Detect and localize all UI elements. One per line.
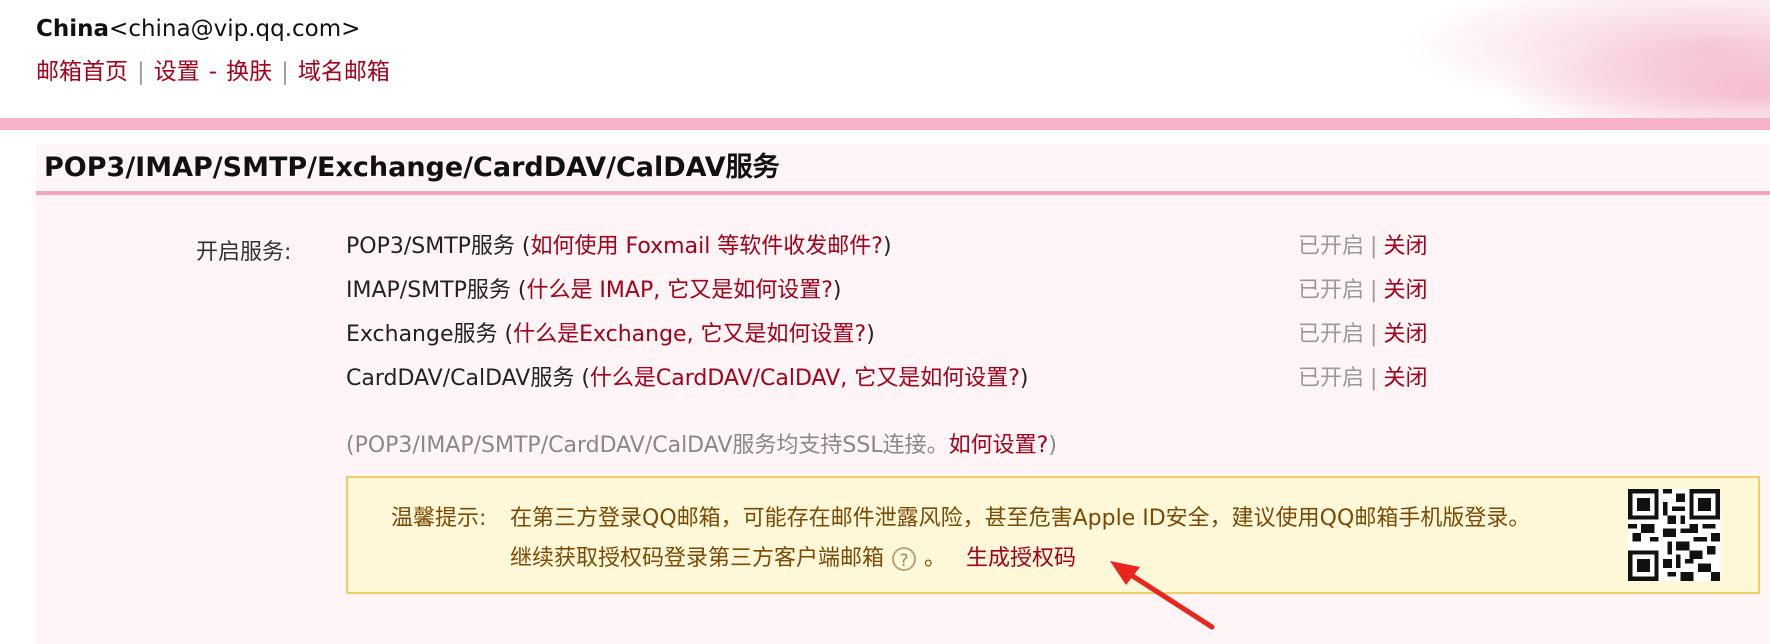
ssl-help-link[interactable]: 如何设置? [949,433,1049,458]
service-help-link[interactable]: 如何使用 Foxmail 等软件收发邮件? [531,234,883,259]
account-email: <china@vip.qq.com> [109,16,361,42]
status-separator: | [1370,234,1378,259]
disable-button[interactable]: 关闭 [1383,234,1427,259]
nav-dash: - [208,59,218,85]
service-name: POP3/SMTP服务 ( [346,234,531,259]
status-enabled: 已开启 [1298,366,1365,391]
tip-warning-text: 在第三方登录QQ邮箱，可能存在邮件泄露风险，甚至危害Apple ID安全，建议使… [510,506,1531,531]
warning-tip-box: 温馨提示: 在第三方登录QQ邮箱，可能存在邮件泄露风险，甚至危害Apple ID… [346,476,1760,594]
service-row-imap: IMAP/SMTP服务 (什么是 IMAP, 它又是如何设置?) [346,272,841,304]
tip-period: 。 [924,546,947,571]
disable-button[interactable]: 关闭 [1383,366,1427,391]
service-status-exchange: 已开启 | 关闭 [1298,316,1427,348]
header-decoration [1350,0,1770,130]
service-status-imap: 已开启 | 关闭 [1298,272,1427,304]
header-band [0,118,1770,130]
service-help-link[interactable]: 什么是Exchange, 它又是如何设置? [513,322,866,347]
tip-label: 温馨提示: [391,506,487,531]
service-help-link[interactable]: 什么是CardDAV/CalDAV, 它又是如何设置? [590,366,1020,391]
account-header: China<china@vip.qq.com> [36,16,360,42]
tip-auth-line: 继续获取授权码登录第三方客户端邮箱? 。生成授权码 [510,540,1076,572]
enable-services-label: 开启服务: [196,240,292,265]
service-tail: ) [866,322,875,347]
top-nav: 邮箱首页 | 设置 - 换肤 | 域名邮箱 [36,52,390,86]
qr-code-icon [1628,489,1720,581]
annotation-arrow-icon [1110,561,1215,630]
service-tail: ) [882,234,892,259]
service-name: CardDAV/CalDAV服务 ( [346,366,590,391]
nav-domain-mail-link[interactable]: 域名邮箱 [298,59,390,85]
nav-separator: | [281,59,289,85]
nav-home-link[interactable]: 邮箱首页 [36,59,128,85]
status-separator: | [1370,366,1378,391]
tip-auth-text: 继续获取授权码登录第三方客户端邮箱 [510,546,885,571]
status-separator: | [1370,278,1378,303]
service-row-exchange: Exchange服务 (什么是Exchange, 它又是如何设置?) [346,316,875,348]
disable-button[interactable]: 关闭 [1383,278,1427,303]
panel-title: POP3/IMAP/SMTP/Exchange/CardDAV/CalDAV服务 [44,152,780,183]
generate-auth-code-link[interactable]: 生成授权码 [966,546,1076,571]
ssl-note-text: (POP3/IMAP/SMTP/CardDAV/CalDAV服务均支持SSL连接… [346,433,949,458]
status-enabled: 已开启 [1298,234,1365,259]
nav-skin-link[interactable]: 换肤 [226,59,272,85]
service-tail: ) [1019,366,1029,391]
service-status-carddav: 已开启 | 关闭 [1298,360,1427,392]
nav-separator: | [137,59,145,85]
nav-settings-link[interactable]: 设置 [154,59,200,85]
ssl-note: (POP3/IMAP/SMTP/CardDAV/CalDAV服务均支持SSL连接… [346,427,1057,459]
panel-title-divider [36,191,1770,195]
service-tail: ) [832,278,842,303]
service-name: Exchange服务 ( [346,322,514,347]
status-separator: | [1370,322,1378,347]
status-enabled: 已开启 [1298,322,1365,347]
account-name: China [36,16,110,42]
disable-button[interactable]: 关闭 [1383,322,1427,347]
service-status-pop3: 已开启 | 关闭 [1298,228,1427,260]
service-help-link[interactable]: 什么是 IMAP, 它又是如何设置? [526,278,832,303]
service-name: IMAP/SMTP服务 ( [346,278,527,303]
ssl-note-tail: ) [1048,433,1057,458]
help-icon[interactable]: ? [892,547,917,571]
service-row-pop3: POP3/SMTP服务 (如何使用 Foxmail 等软件收发邮件?) [346,228,892,260]
service-row-carddav: CardDAV/CalDAV服务 (什么是CardDAV/CalDAV, 它又是… [346,360,1029,392]
status-enabled: 已开启 [1298,278,1365,303]
